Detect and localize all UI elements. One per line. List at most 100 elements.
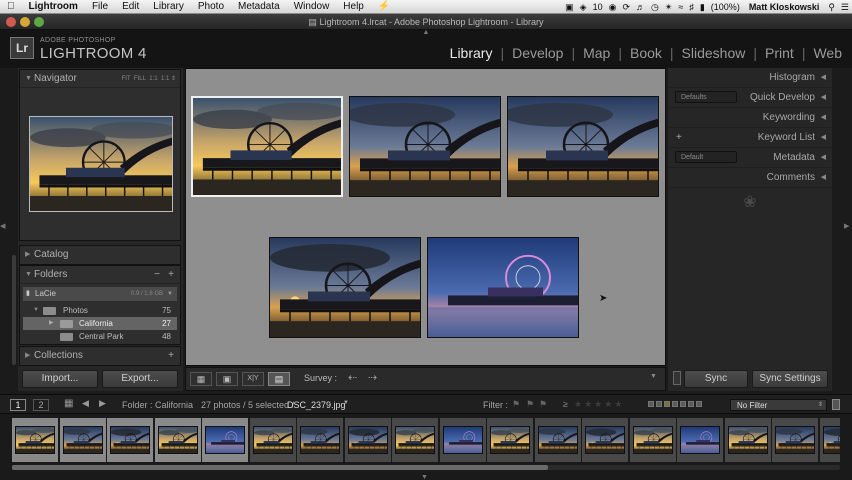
filmstrip-thumbnail[interactable] xyxy=(344,418,391,462)
previous-arrow-icon[interactable]: ⇠ xyxy=(348,371,357,384)
module-library[interactable]: Library xyxy=(448,45,495,61)
folders-header[interactable]: ▼ Folders − + xyxy=(20,266,180,284)
survey-photo[interactable] xyxy=(427,237,579,338)
color-label-icon[interactable] xyxy=(696,401,702,407)
back-arrow-icon[interactable]: ◀ xyxy=(82,398,89,409)
folder-path[interactable]: Folder : California xyxy=(122,400,193,410)
export-button[interactable]: Export... xyxy=(102,370,178,388)
apple-icon[interactable]:  xyxy=(0,0,22,14)
comments-header[interactable]: Comments ◀ xyxy=(669,168,831,188)
folder-row-california[interactable]: ▶ California 27 xyxy=(23,317,177,330)
compare-view-icon[interactable]: X|Y xyxy=(242,372,264,386)
menu-window[interactable]: Window xyxy=(287,0,337,14)
folder-row-photos[interactable]: ▼ Photos 75 xyxy=(23,304,177,317)
zoom-fill[interactable]: FILL xyxy=(134,76,146,82)
creative-cloud-icon[interactable]: ◈ xyxy=(577,2,590,13)
filmstrip-thumbnail[interactable] xyxy=(534,418,581,462)
survey-photo[interactable] xyxy=(349,96,501,197)
filmstrip-scrollbar-thumb[interactable] xyxy=(12,465,548,470)
import-button[interactable]: Import... xyxy=(22,370,98,388)
unlock-icon[interactable] xyxy=(673,371,681,385)
close-window-button[interactable] xyxy=(6,17,16,27)
zoom-dropdown-icon[interactable]: ⇕ xyxy=(171,76,176,82)
module-develop[interactable]: Develop xyxy=(510,45,565,61)
menu-edit[interactable]: Edit xyxy=(115,0,146,14)
survey-photo[interactable] xyxy=(507,96,659,197)
filmstrip-thumbnail[interactable] xyxy=(772,418,818,462)
color-label-icon[interactable] xyxy=(656,401,662,407)
add-icon[interactable]: + xyxy=(168,266,174,284)
notification-badge[interactable]: 10 xyxy=(590,2,606,12)
filmstrip-thumbnail[interactable] xyxy=(582,418,628,462)
filmstrip-thumbnail[interactable] xyxy=(297,418,343,462)
flag-icon[interactable]: ⚑ xyxy=(526,399,534,410)
star-icon[interactable]: ★ xyxy=(584,399,592,410)
menu-help[interactable]: Help xyxy=(336,0,371,14)
forward-arrow-icon[interactable]: ▶ xyxy=(99,398,106,409)
quick-develop-header[interactable]: Defaults Quick Develop ◀ xyxy=(669,88,831,108)
volume-dropdown-icon[interactable]: ▼ xyxy=(167,287,173,301)
sync-settings-button[interactable]: Sync Settings xyxy=(752,370,828,388)
filter-lock-icon[interactable] xyxy=(832,399,840,410)
window-1-button[interactable]: 1 xyxy=(10,399,26,411)
volume-bar[interactable]: ▮ LaCie 0.9 / 1.8 GB ▼ xyxy=(23,287,177,301)
wifi-icon[interactable]: ≈ xyxy=(675,2,686,12)
color-label-icon[interactable] xyxy=(672,401,678,407)
filmstrip-thumbnail[interactable] xyxy=(677,418,723,462)
left-panel-scrollbar[interactable] xyxy=(12,255,16,365)
star-rating-filter[interactable]: ★ ★ ★ ★ ★ xyxy=(574,399,624,410)
color-label-icon[interactable] xyxy=(664,401,670,407)
current-filename[interactable]: DSC_2379.jpg xyxy=(287,400,346,410)
grid-icon[interactable]: ▦ xyxy=(64,398,73,409)
screen-icon[interactable]: ▣ xyxy=(562,2,577,13)
color-label-icon[interactable] xyxy=(648,401,654,407)
filmstrip-scrollbar-track[interactable] xyxy=(12,465,840,470)
color-label-icon[interactable] xyxy=(680,401,686,407)
flag-icon[interactable]: ⚑ xyxy=(539,399,547,410)
catalog-header[interactable]: ▶ Catalog xyxy=(20,246,180,265)
zoom-fit[interactable]: FIT xyxy=(122,76,131,82)
metadata-preset-select[interactable]: Default xyxy=(675,151,737,163)
zoom-1-1[interactable]: 1:1 xyxy=(149,76,157,82)
loupe-view-icon[interactable]: ▣ xyxy=(216,372,238,386)
user-name[interactable]: Matt Kloskowski xyxy=(743,2,826,12)
filmstrip-thumbnail[interactable] xyxy=(12,418,58,462)
filmstrip-thumbnail[interactable] xyxy=(724,418,771,462)
sync-icon[interactable]: ⟳ xyxy=(619,2,633,13)
filmstrip-thumbnail[interactable] xyxy=(629,418,676,462)
right-panel-collapse-icon[interactable]: ▶ xyxy=(844,222,852,230)
speaker-icon[interactable]: ♬ xyxy=(633,2,648,12)
folder-row-central-park[interactable]: Central Park 48 xyxy=(23,330,177,343)
module-map[interactable]: Map xyxy=(581,45,612,61)
grid-view-icon[interactable]: ▦ xyxy=(190,372,212,386)
filename-dropdown-icon[interactable]: ▼ xyxy=(343,400,349,406)
module-book[interactable]: Book xyxy=(628,45,664,61)
expand-folder-icon[interactable]: ▶ xyxy=(49,317,54,330)
time-machine-icon[interactable]: ◷ xyxy=(648,2,662,13)
filmstrip-thumbnail[interactable] xyxy=(107,418,153,462)
eye-icon[interactable]: ◉ xyxy=(606,2,620,13)
collections-header[interactable]: ▶ Collections + xyxy=(20,347,180,366)
survey-view-icon[interactable]: ▤ xyxy=(268,372,290,386)
bluetooth-icon[interactable]: ✴ xyxy=(662,2,676,13)
menu-library[interactable]: Library xyxy=(146,0,191,14)
filmstrip-thumbnail[interactable] xyxy=(249,418,296,462)
rating-filter-operator[interactable]: ≥ xyxy=(563,399,568,409)
star-icon[interactable]: ★ xyxy=(604,399,612,410)
zoom-custom[interactable]: 1:1 xyxy=(161,76,169,82)
menu-metadata[interactable]: Metadata xyxy=(231,0,287,14)
keywording-header[interactable]: Keywording ◀ xyxy=(669,108,831,128)
survey-photo[interactable] xyxy=(269,237,421,338)
metadata-header[interactable]: Default Metadata ◀ xyxy=(669,148,831,168)
star-icon[interactable]: ★ xyxy=(594,399,602,410)
minimize-window-button[interactable] xyxy=(20,17,30,27)
survey-photo[interactable] xyxy=(191,96,343,197)
bottom-panel-collapse-icon[interactable]: ▼ xyxy=(421,474,428,480)
filmstrip-thumbnail[interactable] xyxy=(439,418,486,462)
filmstrip-thumbnail[interactable] xyxy=(392,418,438,462)
color-label-icon[interactable] xyxy=(688,401,694,407)
menu-file[interactable]: File xyxy=(85,0,115,14)
filmstrip-thumbnail[interactable] xyxy=(202,418,248,462)
dropbox-icon[interactable]: ⚡ xyxy=(371,0,397,14)
saved-preset-select[interactable]: Defaults xyxy=(675,91,737,103)
